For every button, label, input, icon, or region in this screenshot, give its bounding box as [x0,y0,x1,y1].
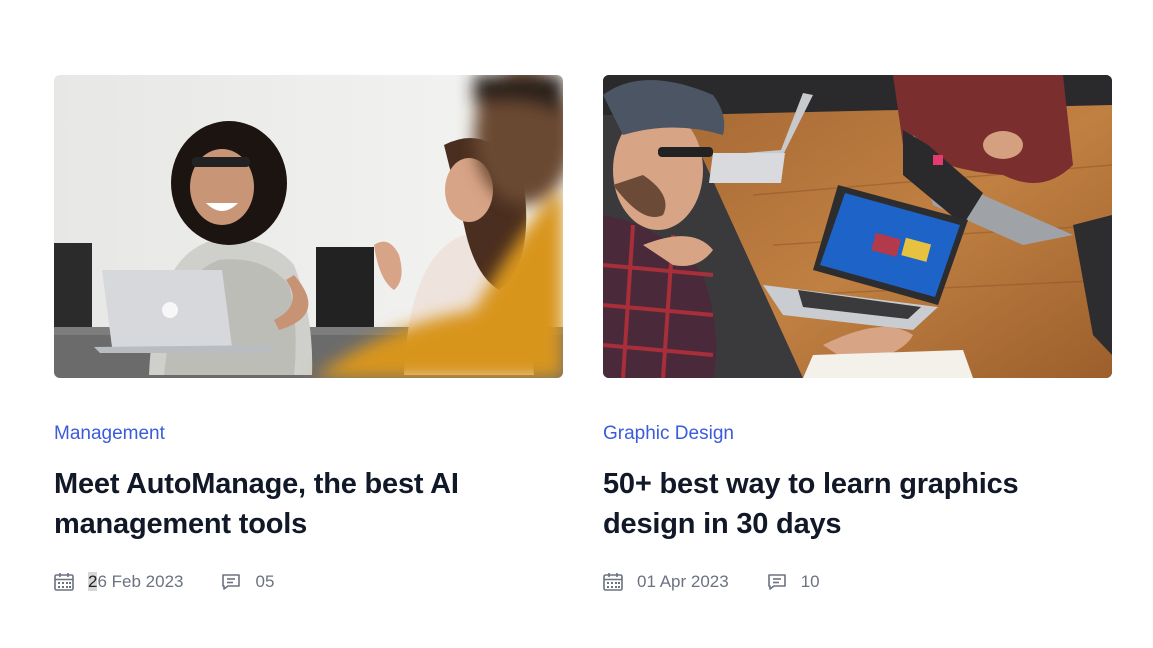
post-category-link[interactable]: Management [54,422,563,446]
post-title-link[interactable]: 50+ best way to learn graphics design in… [603,464,1112,544]
post-meta: 26 Feb 2023 05 [54,570,563,594]
post-title-link[interactable]: Meet AutoManage, the best AI management … [54,464,563,544]
comments-count: 05 [255,572,275,591]
calendar-icon [54,573,74,591]
comments-count-group[interactable]: 05 [221,570,274,594]
calendar-icon [603,573,623,591]
comment-icon [767,573,787,591]
comments-count: 10 [800,572,820,591]
post-thumbnail-image[interactable] [603,75,1112,378]
post-thumbnail-image[interactable] [54,75,563,378]
post-date: 01 Apr 2023 [637,572,729,591]
post-date-rest: 6 Feb 2023 [97,572,184,591]
post-date: 26 Feb 2023 [88,570,183,594]
blog-card[interactable]: Graphic Design 50+ best way to learn gra… [603,75,1112,594]
post-category-link[interactable]: Graphic Design [603,422,1112,446]
comments-count-group[interactable]: 10 [767,570,820,594]
comment-icon [221,573,241,591]
post-meta: 01 Apr 2023 10 [603,570,1112,594]
blog-card-list: Management Meet AutoManage, the best AI … [54,75,1112,594]
blog-card[interactable]: Management Meet AutoManage, the best AI … [54,75,563,594]
